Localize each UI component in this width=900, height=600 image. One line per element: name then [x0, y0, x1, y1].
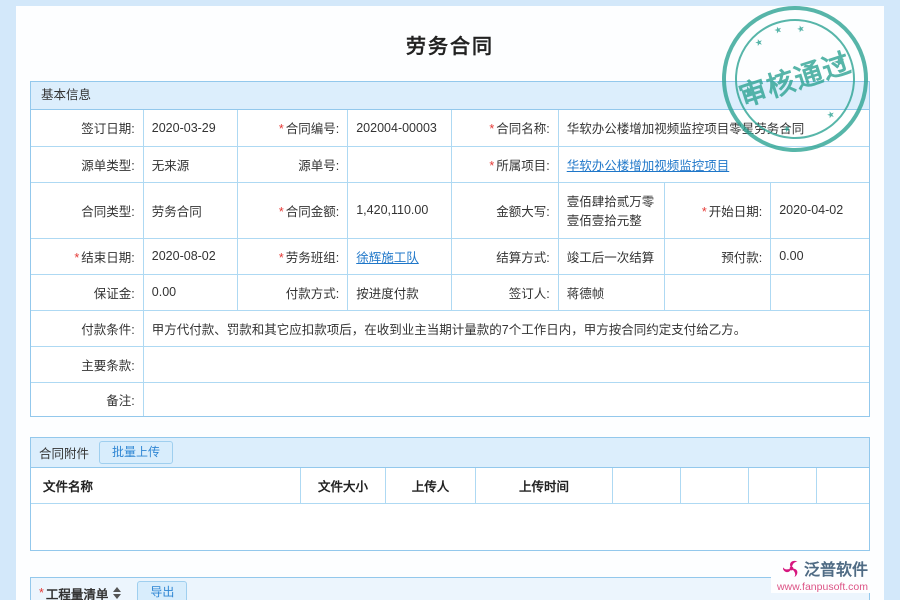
table-row: 签订日期: 2020-03-29 *合同编号: 202004-00003 *合同… [31, 110, 869, 146]
required-mark: * [279, 205, 284, 219]
end-date-label-text: 结束日期: [81, 251, 134, 265]
project-value: 华软办公楼增加视频监控项目 [558, 146, 869, 182]
pay-method-label: 付款方式: [237, 274, 347, 310]
fanpu-logo-icon [783, 560, 800, 577]
labor-team-link[interactable]: 徐辉施工队 [356, 251, 419, 265]
brand-watermark: 泛普软件 www.fanpusoft.com [771, 554, 872, 593]
attach-col-file-name: 文件名称 [31, 468, 301, 503]
prepay-label: 预付款: [664, 238, 770, 274]
required-mark: * [279, 251, 284, 265]
required-mark: * [489, 122, 494, 136]
contract-name-value: 华软办公楼增加视频监控项目零星劳务合同 [558, 110, 869, 146]
amount-label: *合同金额: [237, 182, 347, 238]
labor-team-label: *劳务班组: [237, 238, 347, 274]
deposit-label: 保证金: [31, 274, 143, 310]
pay-terms-label: 付款条件: [31, 310, 143, 346]
contract-no-label: *合同编号: [237, 110, 347, 146]
contract-no-label-text: 合同编号: [286, 122, 339, 136]
batch-upload-button[interactable]: 批量上传 [99, 441, 173, 465]
brand-url: www.fanpusoft.com [777, 581, 868, 593]
contract-name-label: *合同名称: [452, 110, 558, 146]
labor-team-label-text: 劳务班组: [286, 251, 339, 265]
end-date-value: 2020-08-02 [143, 238, 237, 274]
sign-date-value: 2020-03-29 [143, 110, 237, 146]
empty-label-cell [664, 274, 770, 310]
brand-name: 泛普软件 [804, 556, 868, 580]
page-background: { "page": { "title": "劳务合同" }, "required… [0, 0, 900, 600]
amount-caps-label: 金额大写: [452, 182, 558, 238]
main-terms-value [143, 346, 869, 382]
basic-info-header: 基本信息 [31, 82, 869, 110]
boq-section: * 工程量清单 导出 [30, 577, 870, 600]
attachments-table-header: 文件名称 文件大小 上传人 上传时间 [31, 468, 869, 504]
table-row: *结束日期: 2020-08-02 *劳务班组: 徐辉施工队 结算方式: 竣工后… [31, 238, 869, 274]
contract-type-label: 合同类型: [31, 182, 143, 238]
attach-col-empty [817, 468, 869, 503]
end-date-label: *结束日期: [31, 238, 143, 274]
boq-title: 工程量清单 [46, 584, 109, 600]
attach-col-empty [681, 468, 749, 503]
empty-value-cell [771, 274, 869, 310]
attachments-section: 合同附件 批量上传 文件名称 文件大小 上传人 上传时间 [30, 437, 870, 551]
project-label: *所属项目: [452, 146, 558, 182]
attach-col-file-size: 文件大小 [301, 468, 386, 503]
table-row: 付款条件: 甲方代付款、罚款和其它应扣款项后，在收到业主当期计量款的7个工作日内… [31, 310, 869, 346]
attach-col-upload-time: 上传时间 [476, 468, 613, 503]
signer-value: 蒋德帧 [558, 274, 664, 310]
attach-col-empty [749, 468, 817, 503]
project-label-text: 所属项目: [496, 159, 549, 173]
prepay-value: 0.00 [771, 238, 869, 274]
page-title: 劳务合同 [16, 6, 884, 59]
table-row: 合同类型: 劳务合同 *合同金额: 1,420,110.00 金额大写: 壹佰肆… [31, 182, 869, 238]
required-mark: * [489, 159, 494, 173]
pay-method-value: 按进度付款 [348, 274, 452, 310]
required-mark: * [279, 122, 284, 136]
remark-label: 备注: [31, 382, 143, 416]
attach-col-uploader: 上传人 [386, 468, 476, 503]
table-row: 保证金: 0.00 付款方式: 按进度付款 签订人: 蒋德帧 [31, 274, 869, 310]
start-date-label: *开始日期: [664, 182, 770, 238]
sort-toggle-icon[interactable] [113, 587, 121, 599]
start-date-label-text: 开始日期: [709, 205, 762, 219]
attachments-title: 合同附件 [39, 443, 89, 462]
remark-value [143, 382, 869, 416]
export-button[interactable]: 导出 [137, 581, 187, 600]
project-link[interactable]: 华软办公楼增加视频监控项目 [567, 159, 730, 173]
settlement-value: 竣工后一次结算 [558, 238, 664, 274]
table-row: 源单类型: 无来源 源单号: *所属项目: 华软办公楼增加视频监控项目 [31, 146, 869, 182]
contract-name-label-text: 合同名称: [496, 122, 549, 136]
basic-info-table: 签订日期: 2020-03-29 *合同编号: 202004-00003 *合同… [31, 110, 869, 416]
source-no-value [348, 146, 452, 182]
table-row: 备注: [31, 382, 869, 416]
attach-col-empty [613, 468, 681, 503]
required-mark: * [702, 205, 707, 219]
amount-caps-value: 壹佰肆拾贰万零壹佰壹拾元整 [558, 182, 664, 238]
table-row: 主要条款: [31, 346, 869, 382]
source-type-label: 源单类型: [31, 146, 143, 182]
attachments-empty-body [31, 504, 869, 550]
signer-label: 签订人: [452, 274, 558, 310]
contract-no-value: 202004-00003 [348, 110, 452, 146]
boq-header-bar: * 工程量清单 导出 [31, 578, 869, 600]
attachments-header-bar: 合同附件 批量上传 [31, 438, 869, 468]
required-mark: * [74, 251, 79, 265]
sign-date-label: 签订日期: [31, 110, 143, 146]
start-date-value: 2020-04-02 [771, 182, 869, 238]
content-area: 基本信息 签订日期: 2020-03-29 *合同编号: 202004-0000… [30, 81, 870, 600]
amount-value: 1,420,110.00 [348, 182, 452, 238]
contract-type-value: 劳务合同 [143, 182, 237, 238]
basic-info-section: 基本信息 签订日期: 2020-03-29 *合同编号: 202004-0000… [30, 81, 870, 417]
labor-team-value: 徐辉施工队 [348, 238, 452, 274]
source-no-label: 源单号: [237, 146, 347, 182]
settlement-label: 结算方式: [452, 238, 558, 274]
main-terms-label: 主要条款: [31, 346, 143, 382]
main-panel: 劳务合同 基本信息 签订日期: 2020-03-29 *合同编号: 202004… [16, 6, 884, 600]
required-mark: * [39, 586, 44, 600]
source-type-value: 无来源 [143, 146, 237, 182]
deposit-value: 0.00 [143, 274, 237, 310]
amount-label-text: 合同金额: [286, 205, 339, 219]
pay-terms-value: 甲方代付款、罚款和其它应扣款项后，在收到业主当期计量款的7个工作日内，甲方按合同… [143, 310, 869, 346]
